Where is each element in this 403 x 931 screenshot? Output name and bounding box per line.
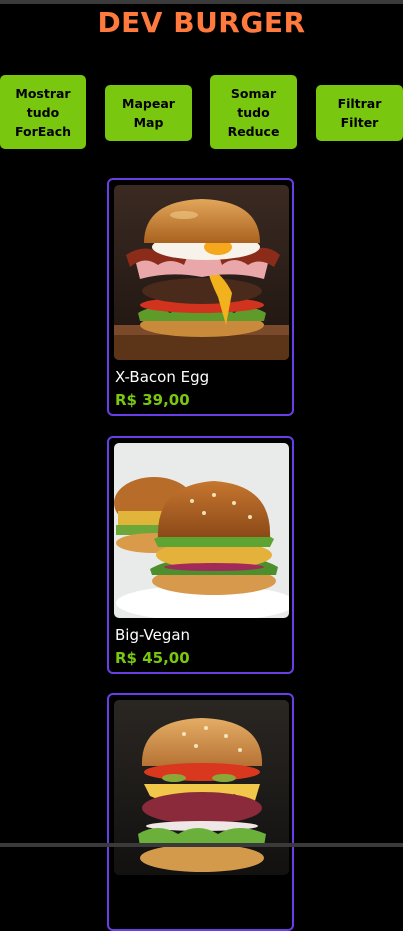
vegan-burger-photo bbox=[114, 443, 289, 618]
window-bottom-border bbox=[0, 843, 403, 847]
button-line: Map bbox=[133, 115, 164, 130]
product-price: R$ 45,00 bbox=[115, 649, 190, 667]
button-line: tudo bbox=[237, 104, 270, 120]
beet-burger-photo bbox=[114, 700, 289, 875]
button-line: Mapear bbox=[122, 96, 175, 111]
sum-all-reduce-button[interactable]: Somar tudo Reduce bbox=[210, 75, 297, 149]
product-name: Big-Vegan bbox=[115, 626, 191, 644]
show-all-foreach-button[interactable]: Mostrar tudo ForEach bbox=[0, 75, 86, 149]
product-price: R$ 39,00 bbox=[115, 391, 190, 409]
product-name: X-Bacon Egg bbox=[115, 368, 210, 386]
map-button[interactable]: Mapear Map bbox=[105, 85, 192, 141]
button-line: Mostrar bbox=[15, 85, 71, 101]
window-top-border bbox=[0, 0, 403, 4]
bacon-egg-burger-photo bbox=[114, 185, 289, 360]
button-line: Reduce bbox=[227, 123, 280, 139]
product-card: X-Bacon Egg R$ 39,00 bbox=[107, 178, 294, 416]
button-line: ForEach bbox=[14, 123, 72, 139]
filter-button[interactable]: Filtrar Filter bbox=[316, 85, 403, 141]
product-card: Big-Vegan R$ 45,00 bbox=[107, 436, 294, 674]
button-line: Somar bbox=[230, 85, 277, 101]
button-line: tudo bbox=[26, 104, 60, 120]
page-title: DEV BURGER bbox=[97, 6, 306, 39]
product-card bbox=[107, 693, 294, 931]
button-line: Filter bbox=[340, 115, 379, 130]
button-line: Filtrar bbox=[337, 96, 382, 111]
